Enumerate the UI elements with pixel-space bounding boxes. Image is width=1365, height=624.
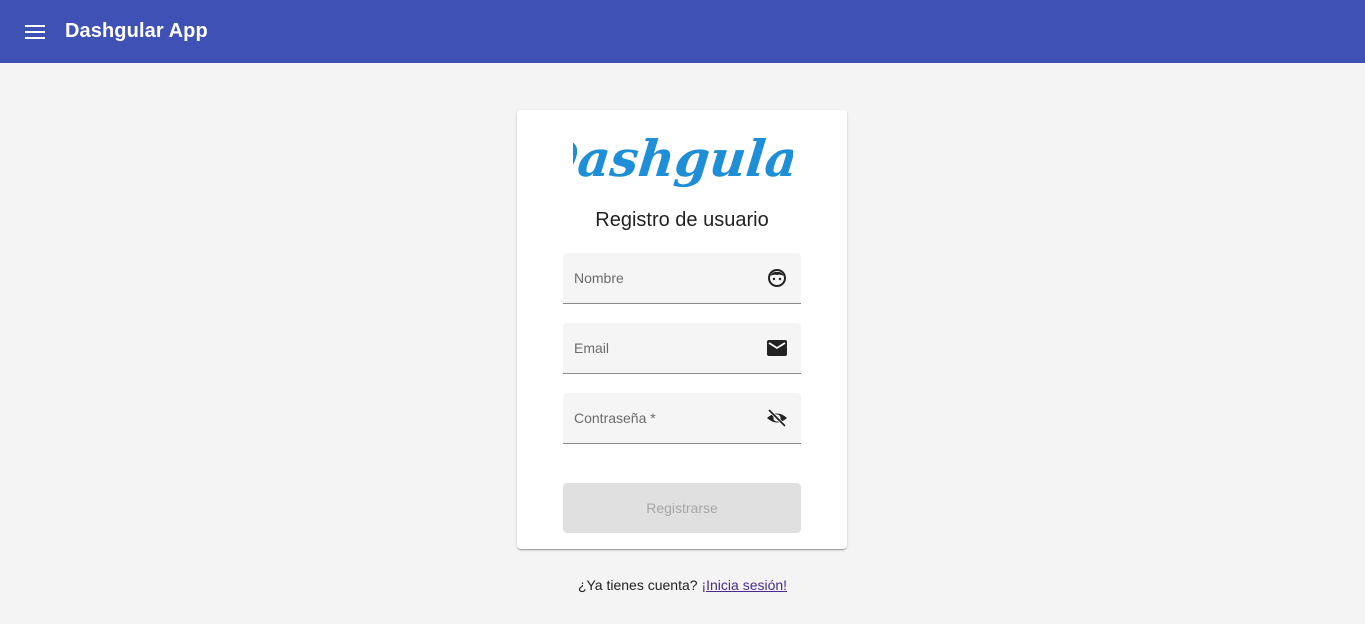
menu-button[interactable]	[23, 20, 47, 44]
face-icon	[766, 267, 788, 289]
top-toolbar: Dashgular App	[0, 0, 1365, 63]
logo-text: Dashgular	[573, 129, 793, 188]
page-title: Registro de usuario	[595, 209, 769, 231]
password-field[interactable]	[563, 393, 801, 444]
register-card: Dashgular Registro de usuario Nombre Ema…	[517, 110, 847, 549]
register-button[interactable]: Registrarse	[563, 483, 801, 533]
menu-icon	[25, 24, 45, 39]
dashgular-logo: Dashgular	[573, 129, 793, 188]
email-field[interactable]	[563, 323, 801, 374]
visibility-off-icon[interactable]	[766, 407, 788, 429]
name-field[interactable]	[563, 253, 801, 304]
login-link[interactable]: ¡Inicia sesión!	[701, 577, 787, 593]
app-title: Dashgular App	[65, 20, 208, 42]
mail-icon	[766, 337, 788, 359]
login-prompt: ¿Ya tienes cuenta? ¡Inicia sesión!	[0, 577, 1365, 593]
login-prompt-text: ¿Ya tienes cuenta?	[577, 577, 698, 593]
